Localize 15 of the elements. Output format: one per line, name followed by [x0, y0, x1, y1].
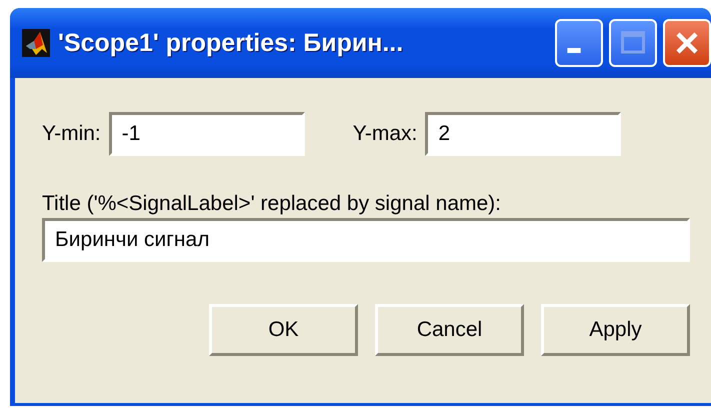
dialog-button[interactable]: Cancel	[375, 304, 524, 356]
field-label: Y-max:	[352, 122, 418, 146]
app-icon	[22, 29, 50, 57]
field-label: Y-min:	[42, 122, 101, 146]
minimize-button[interactable]	[555, 19, 603, 67]
dialog-button[interactable]: OK	[209, 304, 358, 356]
maximize-button[interactable]	[609, 19, 657, 67]
minimize-icon	[567, 48, 581, 52]
title-label: Title ('%<SignalLabel>' replaced by signal name):	[42, 192, 502, 216]
input-field[interactable]: -1	[108, 112, 305, 156]
input-field[interactable]: 2	[425, 112, 622, 156]
dialog-button[interactable]: Apply	[541, 304, 690, 356]
title-field[interactable]: Биринчи сигнал	[42, 218, 690, 262]
close-button[interactable]	[663, 19, 711, 67]
window-title: 'Scope1' properties: Бирин...	[58, 28, 404, 58]
